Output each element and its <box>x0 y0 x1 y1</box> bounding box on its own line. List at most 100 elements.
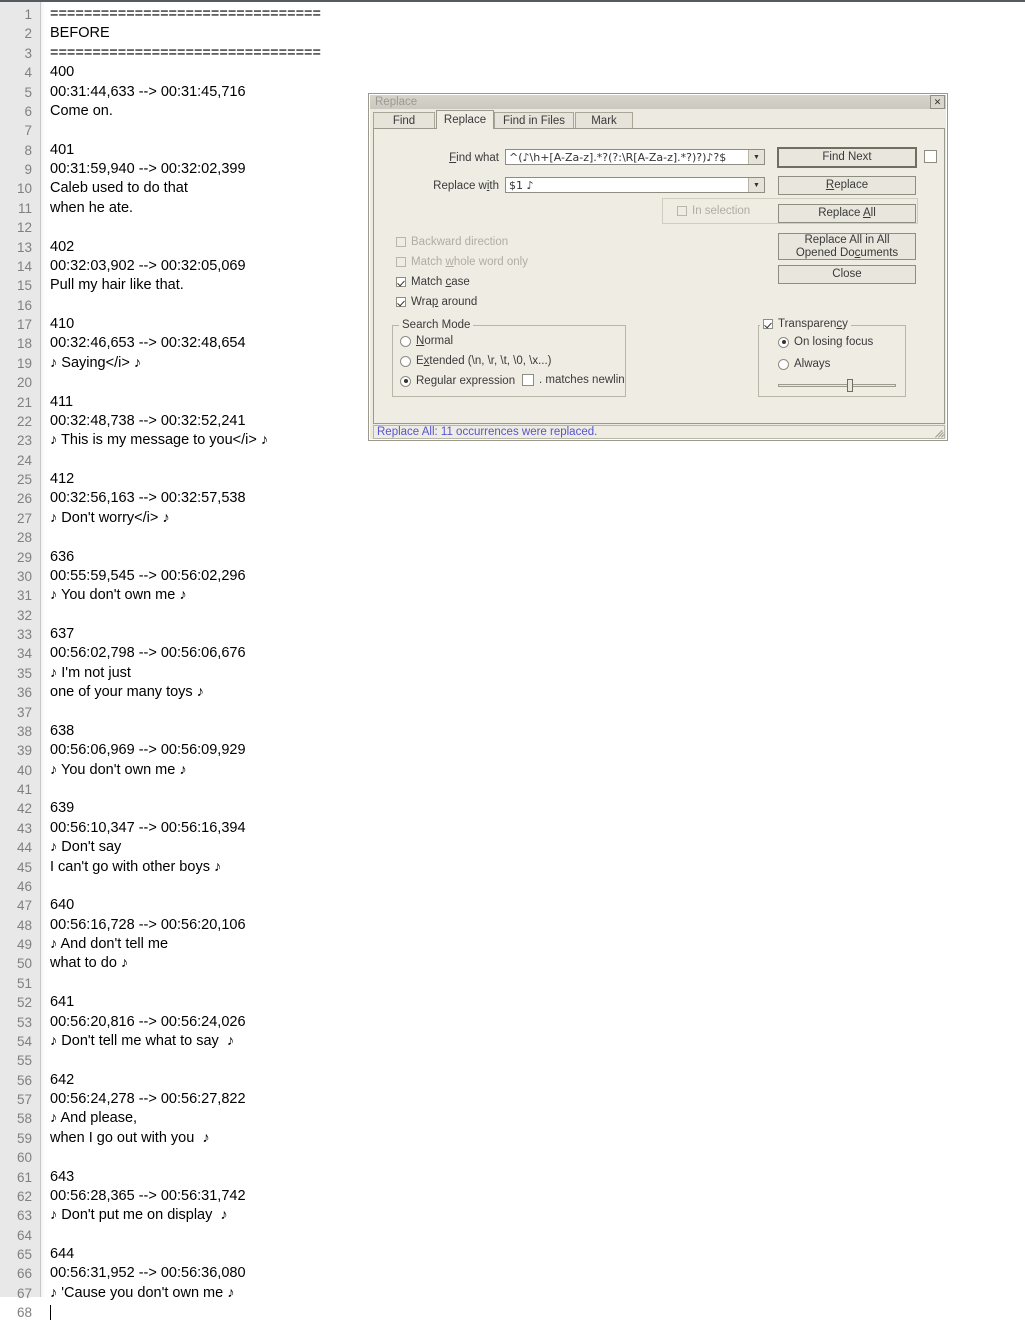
line-text[interactable]: 00:56:31,952 --> 00:56:36,080 <box>50 1264 246 1283</box>
line-text[interactable]: 636 <box>50 548 74 567</box>
code-line[interactable]: 30 00:55:59,545 --> 00:56:02,296 <box>0 567 1025 586</box>
code-line[interactable]: 59 when I go out with you ♪ <box>0 1129 1025 1148</box>
code-line[interactable]: 34 00:56:02,798 --> 00:56:06,676 <box>0 644 1025 663</box>
transparency-checkbox-row[interactable]: Transparency <box>760 318 851 330</box>
code-line[interactable]: 48 00:56:16,728 --> 00:56:20,106 <box>0 916 1025 935</box>
code-line[interactable]: 25 412 <box>0 470 1025 489</box>
line-text[interactable]: 402 <box>50 238 74 257</box>
search-mode-normal-radio[interactable] <box>400 335 411 347</box>
line-text[interactable]: ♪ Don't say <box>50 838 121 857</box>
always-radio[interactable] <box>778 358 789 370</box>
find-what-input[interactable]: ^(♪\h+[A-Za-z].*?(?:\R[A-Za-z].*?)?)♪?$ … <box>505 149 765 165</box>
line-text[interactable]: 639 <box>50 799 74 818</box>
replace-all-opened-documents-button[interactable]: Replace All in All Opened Documents <box>778 233 916 260</box>
code-line[interactable]: 46 <box>0 877 1025 896</box>
code-line[interactable]: 56 642 <box>0 1071 1025 1090</box>
line-text[interactable]: 00:32:48,738 --> 00:32:52,241 <box>50 412 246 431</box>
line-text[interactable]: ♪ You don't own me ♪ <box>50 761 187 780</box>
replace-all-button[interactable]: Replace All <box>778 204 916 223</box>
line-text[interactable]: ♪ This is my message to you</i> ♪ <box>50 431 268 450</box>
dot-matches-newline-checkbox[interactable] <box>522 374 534 386</box>
line-text[interactable]: ♪ And don't tell me <box>50 935 168 954</box>
code-line[interactable]: 42 639 <box>0 799 1025 818</box>
line-text[interactable]: 00:56:10,347 --> 00:56:16,394 <box>50 819 246 838</box>
code-line[interactable]: 33 637 <box>0 625 1025 644</box>
line-text[interactable]: 00:32:46,653 --> 00:32:48,654 <box>50 334 246 353</box>
search-mode-regex-radio[interactable] <box>400 375 411 387</box>
code-line[interactable]: 66 00:56:31,952 --> 00:56:36,080 <box>0 1264 1025 1283</box>
replace-dialog[interactable]: Replace ✕ Find Replace Find in Files Mar… <box>368 93 948 441</box>
code-line[interactable]: 57 00:56:24,278 --> 00:56:27,822 <box>0 1090 1025 1109</box>
find-what-value[interactable]: ^(♪\h+[A-Za-z].*?(?:\R[A-Za-z].*?)?)♪?$ <box>506 151 748 164</box>
line-text[interactable]: ♪ Don't worry</i> ♪ <box>50 509 170 528</box>
chevron-down-icon-2[interactable]: ▼ <box>748 178 764 192</box>
code-line[interactable]: 1 ================================ <box>0 5 1025 24</box>
match-case-checkbox[interactable] <box>396 277 406 287</box>
code-line[interactable]: 38 638 <box>0 722 1025 741</box>
code-line[interactable]: 40 ♪ You don't own me ♪ <box>0 761 1025 780</box>
line-text[interactable]: Pull my hair like that. <box>50 276 184 295</box>
code-line[interactable]: 67 ♪ 'Cause you don't own me ♪ <box>0 1284 1025 1303</box>
line-text[interactable]: 644 <box>50 1245 74 1264</box>
code-line[interactable]: 32 <box>0 606 1025 625</box>
line-text[interactable]: Caleb used to do that <box>50 179 188 198</box>
in-selection-checkbox[interactable] <box>677 206 687 216</box>
line-text[interactable]: 640 <box>50 896 74 915</box>
code-line[interactable]: 50 what to do ♪ <box>0 954 1025 973</box>
code-line[interactable]: 51 <box>0 974 1025 993</box>
tab-mark[interactable]: Mark <box>575 112 633 129</box>
code-line[interactable]: 62 00:56:28,365 --> 00:56:31,742 <box>0 1187 1025 1206</box>
code-line[interactable]: 47 640 <box>0 896 1025 915</box>
transparency-on-losing-focus-row[interactable]: On losing focus <box>778 336 873 348</box>
replace-with-value[interactable]: $1 ♪ <box>506 179 748 192</box>
code-line[interactable]: 49 ♪ And don't tell me <box>0 935 1025 954</box>
dot-matches-newline-row[interactable]: . matches newline <box>522 372 625 388</box>
transparency-checkbox[interactable] <box>763 319 773 329</box>
line-text[interactable]: ================================ <box>50 44 321 63</box>
chevron-down-icon[interactable]: ▼ <box>748 150 764 164</box>
tab-replace[interactable]: Replace <box>436 110 494 129</box>
code-line[interactable]: 2 BEFORE <box>0 24 1025 43</box>
tab-find[interactable]: Find <box>373 112 435 129</box>
line-text[interactable]: ♪ You don't own me ♪ <box>50 586 187 605</box>
code-line[interactable]: 44 ♪ Don't say <box>0 838 1025 857</box>
line-text[interactable]: BEFORE <box>50 24 110 43</box>
line-text[interactable]: when he ate. <box>50 199 133 218</box>
line-text[interactable]: 00:56:20,816 --> 00:56:24,026 <box>50 1013 246 1032</box>
line-text[interactable]: 00:56:02,798 --> 00:56:06,676 <box>50 644 246 663</box>
replace-button[interactable]: Replace <box>778 176 916 195</box>
code-line[interactable]: 55 <box>0 1051 1025 1070</box>
search-mode-regex-row[interactable]: Regular expression <box>400 375 515 387</box>
line-text[interactable]: Come on. <box>50 102 113 121</box>
code-line[interactable]: 65 644 <box>0 1245 1025 1264</box>
code-line[interactable]: 41 <box>0 780 1025 799</box>
line-text[interactable]: 00:31:44,633 --> 00:31:45,716 <box>50 83 246 102</box>
code-line[interactable]: 35 ♪ I'm not just <box>0 664 1025 683</box>
line-text[interactable]: 412 <box>50 470 74 489</box>
line-text[interactable]: ♪ Saying</i> ♪ <box>50 354 141 373</box>
line-text[interactable]: 410 <box>50 315 74 334</box>
line-text[interactable]: 00:56:28,365 --> 00:56:31,742 <box>50 1187 246 1206</box>
line-text[interactable]: ♪ Don't put me on display ♪ <box>50 1206 228 1225</box>
code-line[interactable]: 4 400 <box>0 63 1025 82</box>
line-text[interactable]: I can't go with other boys ♪ <box>50 858 221 877</box>
line-text[interactable]: 00:32:03,902 --> 00:32:05,069 <box>50 257 246 276</box>
code-line[interactable]: 31 ♪ You don't own me ♪ <box>0 586 1025 605</box>
close-icon[interactable]: ✕ <box>930 95 945 109</box>
code-line[interactable]: 39 00:56:06,969 --> 00:56:09,929 <box>0 741 1025 760</box>
code-line[interactable]: 52 641 <box>0 993 1025 1012</box>
code-line[interactable]: 27 ♪ Don't worry</i> ♪ <box>0 509 1025 528</box>
code-line[interactable]: 60 <box>0 1148 1025 1167</box>
find-next-button[interactable]: Find Next <box>777 147 917 168</box>
line-text[interactable]: ♪ I'm not just <box>50 664 131 683</box>
code-line[interactable]: 64 <box>0 1226 1025 1245</box>
code-line[interactable]: 26 00:32:56,163 --> 00:32:57,538 <box>0 489 1025 508</box>
backward-direction-checkbox[interactable] <box>396 237 406 247</box>
line-text[interactable]: 637 <box>50 625 74 644</box>
code-line[interactable]: 28 <box>0 528 1025 547</box>
line-text[interactable]: 00:56:24,278 --> 00:56:27,822 <box>50 1090 246 1109</box>
backward-direction-row[interactable]: Backward direction <box>396 236 508 248</box>
code-line[interactable]: 37 <box>0 703 1025 722</box>
transparency-slider-track[interactable] <box>778 384 896 387</box>
code-line[interactable]: 24 <box>0 451 1025 470</box>
